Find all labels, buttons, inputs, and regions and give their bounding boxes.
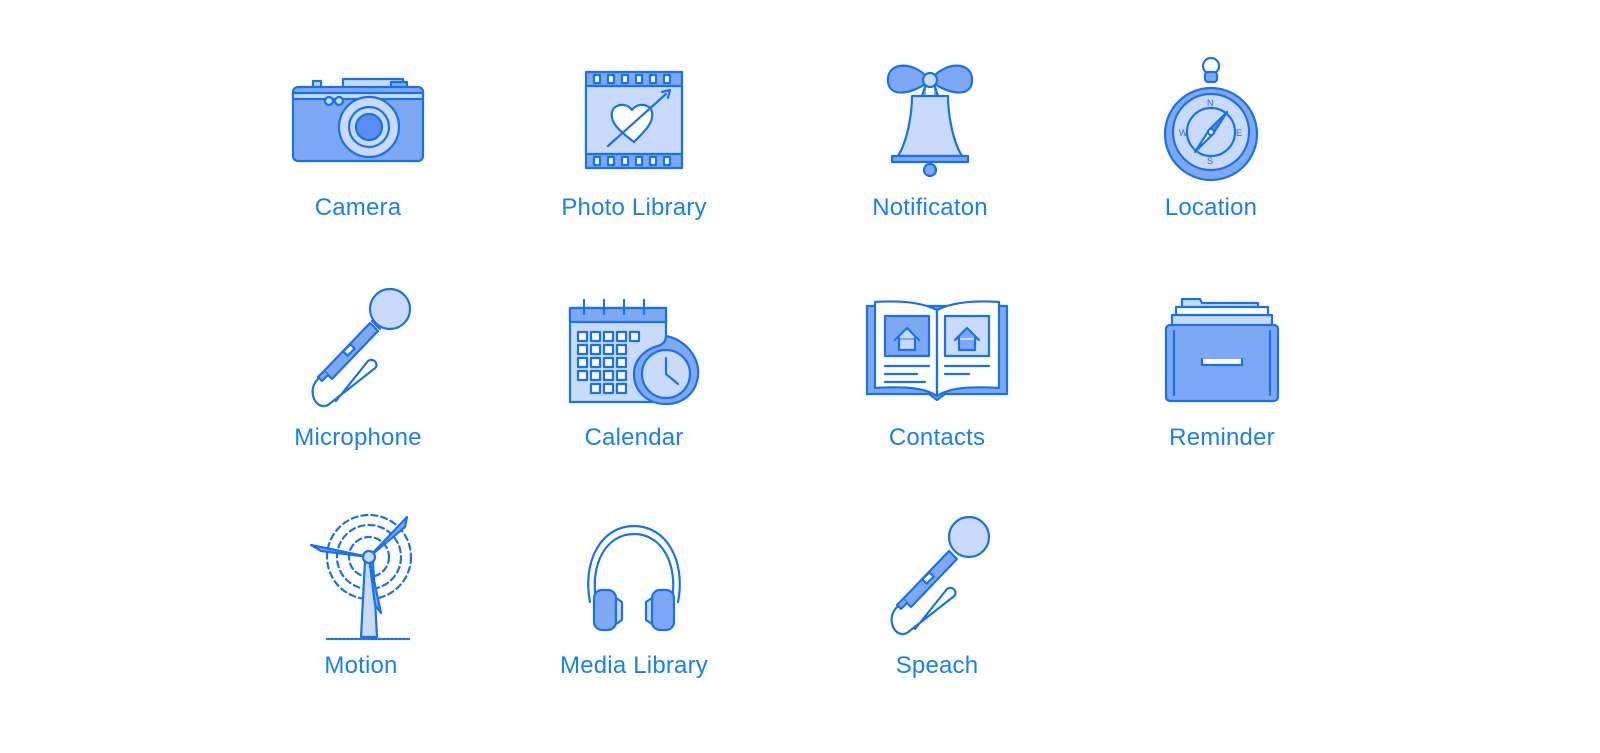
permission-motion[interactable]: Motion: [251, 508, 471, 708]
svg-text:E: E: [1236, 128, 1242, 138]
compass-icon: N S W E: [1121, 50, 1301, 190]
permission-label: Speach: [895, 652, 979, 679]
calendar-clock-icon: [544, 280, 724, 420]
permission-speech[interactable]: Speach: [827, 508, 1047, 708]
permission-label: Reminder: [1169, 424, 1275, 451]
permission-label: Notificaton: [872, 194, 988, 221]
permission-label: Camera: [314, 194, 402, 221]
permission-label: Contacts: [888, 424, 986, 451]
camera-icon: [268, 50, 448, 190]
open-book-icon: [847, 280, 1027, 420]
permission-notification[interactable]: Notificaton: [820, 50, 1040, 250]
permission-contacts[interactable]: Contacts: [827, 280, 1047, 480]
svg-text:S: S: [1207, 156, 1213, 166]
permission-calendar[interactable]: Calendar: [524, 280, 744, 480]
file-drawer-icon: [1132, 280, 1312, 420]
permission-label: Location: [1164, 194, 1258, 221]
svg-text:N: N: [1207, 98, 1214, 108]
bell-icon: [840, 50, 1020, 190]
wind-turbine-icon: [271, 508, 451, 648]
permission-label: Motion: [324, 652, 398, 679]
film-heart-icon: [544, 50, 724, 190]
permission-label: Media Library: [560, 652, 708, 679]
permission-reminder[interactable]: Reminder: [1112, 280, 1332, 480]
permission-microphone[interactable]: Microphone: [248, 280, 468, 480]
permission-photo-library[interactable]: Photo Library: [524, 50, 744, 250]
microphone-icon: [268, 280, 448, 420]
permission-media-library[interactable]: Media Library: [524, 508, 744, 708]
permission-label: Calendar: [584, 424, 684, 451]
permission-camera[interactable]: Camera: [248, 50, 468, 250]
permission-location[interactable]: N S W E Location: [1101, 50, 1321, 250]
permission-label: Microphone: [294, 424, 422, 451]
svg-text:W: W: [1179, 128, 1188, 138]
microphone-icon: [847, 508, 1027, 648]
permission-label: Photo Library: [561, 194, 707, 221]
headphones-icon: [544, 508, 724, 648]
